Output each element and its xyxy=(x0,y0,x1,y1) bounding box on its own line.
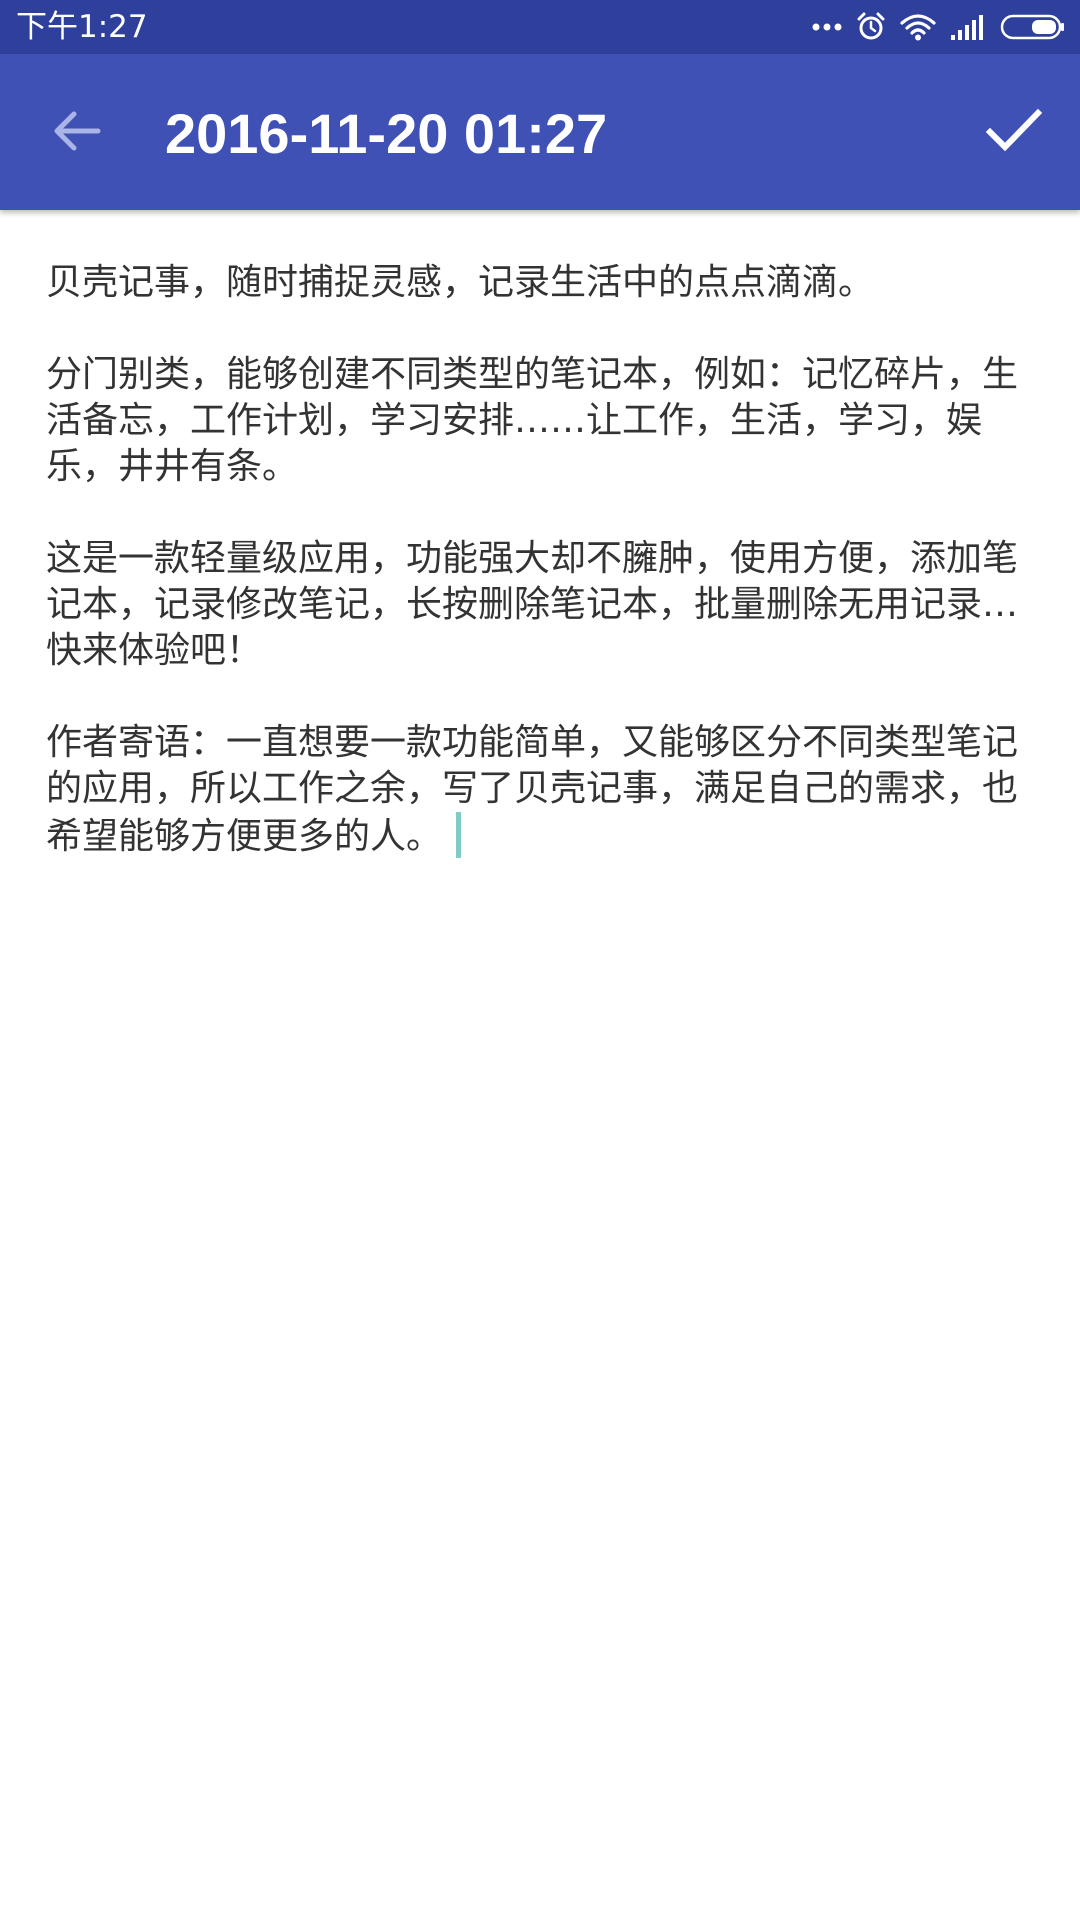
back-button[interactable] xyxy=(30,94,122,172)
confirm-button[interactable] xyxy=(966,90,1062,174)
note-paragraph-4: 作者寄语：一直想要一款功能简单，又能够区分不同类型笔记的应用，所以工作之余，写了… xyxy=(46,722,1019,857)
status-time: 下午1:27 xyxy=(16,9,148,45)
more-dots-icon xyxy=(812,22,842,32)
note-paragraph-4-wrap: 作者寄语：一直想要一款功能简单，又能够区分不同类型笔记的应用，所以工作之余，写了… xyxy=(46,720,1036,860)
app-bar: 2016-11-20 01:27 xyxy=(0,54,1080,210)
signal-icon xyxy=(950,13,986,41)
page-title: 2016-11-20 01:27 xyxy=(165,102,608,165)
note-editor[interactable]: 贝壳记事，随时捕捉灵感，记录生活中的点点滴滴。 分门别类，能够创建不同类型的笔记… xyxy=(46,260,1036,860)
note-paragraph-3: 这是一款轻量级应用，功能强大却不臃肿，使用方便，添加笔记本，记录修改笔记，长按删… xyxy=(46,538,1019,671)
note-paragraph-1: 贝壳记事，随时捕捉灵感，记录生活中的点点滴滴。 xyxy=(46,262,875,303)
screen: 下午1:27 2016-11-20 01:27 贝壳记事，随时捕捉灵感，记录生活… xyxy=(0,0,1080,1920)
wifi-icon xyxy=(900,13,936,41)
status-icons xyxy=(798,8,1066,46)
arrow-back-icon xyxy=(50,105,102,161)
battery-icon xyxy=(1000,13,1066,41)
alarm-icon xyxy=(856,12,886,42)
check-icon xyxy=(985,108,1043,156)
text-cursor xyxy=(456,812,462,858)
note-paragraph-2: 分门别类，能够创建不同类型的笔记本，例如：记忆碎片，生活备忘，工作计划，学习安排… xyxy=(46,354,1019,487)
status-bar: 下午1:27 xyxy=(0,0,1080,54)
